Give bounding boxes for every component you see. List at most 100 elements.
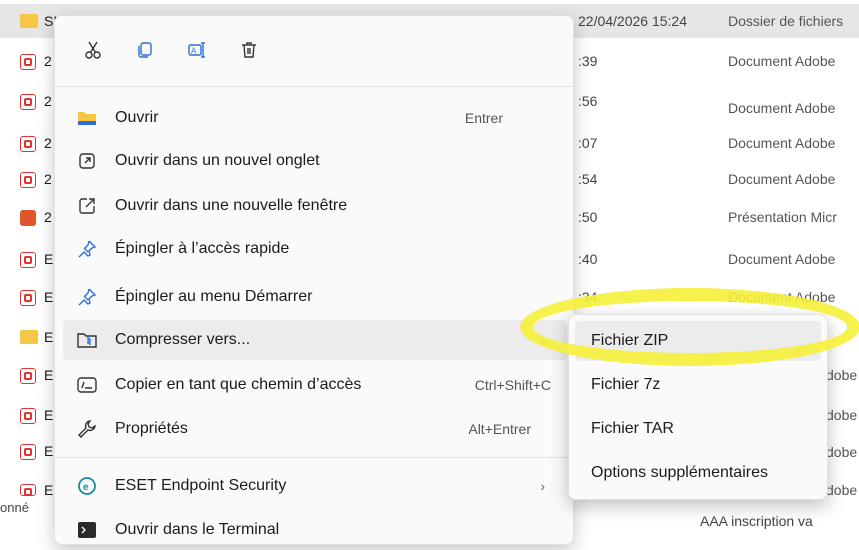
file-type: dobe [826, 444, 858, 460]
file-type: Document Adobe [728, 171, 836, 187]
file-name: 2 [44, 53, 52, 69]
eset-icon: e [77, 476, 97, 496]
file-name: E [44, 407, 54, 423]
cut-icon [85, 41, 101, 59]
pdf-icon [20, 54, 36, 70]
menu-item-label: Ouvrir [115, 109, 159, 126]
pdf-icon [20, 408, 36, 424]
context-menu: A Ouvrir Entrer Ouvrir dans un nouvel on… [54, 15, 574, 545]
menu-item-label: Épingler au menu Démarrer [115, 288, 313, 305]
menu-item-pin-quick-access[interactable]: Épingler à l’accès rapide [63, 229, 567, 269]
ppt-icon [20, 210, 36, 226]
pdf-icon [20, 484, 36, 496]
status-bar-text: onné [0, 500, 29, 515]
new-tab-icon [77, 151, 97, 171]
new-window-icon [77, 196, 97, 216]
file-name: E [44, 482, 54, 498]
menu-divider [55, 457, 573, 458]
file-date: :50 [578, 209, 598, 225]
menu-item-label: Ouvrir dans le Terminal [115, 521, 280, 538]
menu-item-shortcut: Ctrl+Shift+C [474, 377, 551, 393]
menu-item-terminal[interactable]: Ouvrir dans le Terminal [63, 510, 567, 550]
file-date: :39 [578, 53, 598, 69]
quick-actions-bar: A [55, 16, 573, 86]
pdf-icon [20, 172, 36, 188]
chevron-right-icon: › [540, 478, 545, 494]
file-date: :54 [578, 171, 598, 187]
menu-item-label: Propriétés [115, 420, 188, 437]
terminal-icon [77, 520, 97, 540]
menu-item-label: Ouvrir dans un nouvel onglet [115, 152, 320, 169]
menu-item-label: Épingler à l’accès rapide [115, 240, 290, 257]
delete-button[interactable] [235, 36, 263, 64]
menu-item-new-tab[interactable]: Ouvrir dans un nouvel onglet [63, 141, 567, 181]
file-type: Document Adobe [728, 251, 836, 267]
submenu-item-label: Fichier 7z [591, 376, 661, 393]
file-date: :40 [578, 251, 598, 267]
file-name: 2 [44, 171, 52, 187]
file-type: dobe [826, 367, 858, 383]
rename-button[interactable]: A [183, 36, 211, 64]
submenu-item-label: Fichier TAR [591, 420, 674, 437]
file-type: Présentation Micr [728, 209, 837, 225]
menu-divider [55, 86, 573, 87]
menu-item-eset[interactable]: e ESET Endpoint Security › [63, 466, 567, 506]
folder-icon [20, 330, 38, 344]
file-name: E [44, 251, 54, 267]
folder-icon [20, 14, 38, 28]
submenu-item-more-options[interactable]: Options supplémentaires [575, 453, 821, 493]
submenu-item-label: Options supplémentaires [591, 464, 768, 481]
pin-icon [77, 287, 97, 307]
file-name-partial: AAA inscription va [700, 513, 813, 529]
pdf-icon [20, 290, 36, 306]
file-type: Document Adobe [728, 100, 836, 116]
copy-icon [138, 42, 152, 58]
menu-item-properties[interactable]: Propriétés Alt+Entrer [63, 409, 567, 449]
menu-item-label: Compresser vers... [115, 331, 251, 348]
file-type: dobe [826, 407, 858, 423]
menu-item-label: Copier en tant que chemin d’accès [115, 376, 362, 393]
file-name: E [44, 329, 54, 345]
file-name: E [44, 443, 54, 459]
menu-item-compress[interactable]: Compresser vers... › [63, 320, 567, 360]
menu-item-copy-path[interactable]: Copier en tant que chemin d’accès Ctrl+S… [63, 365, 567, 405]
copy-button[interactable] [131, 36, 159, 64]
copy-path-icon [77, 375, 97, 395]
cut-button[interactable] [79, 36, 107, 64]
file-name: 2 [44, 209, 52, 225]
pdf-icon [20, 94, 36, 110]
menu-item-ouvrir[interactable]: Ouvrir Entrer [63, 98, 567, 138]
menu-item-new-window[interactable]: Ouvrir dans une nouvelle fenêtre [63, 186, 567, 226]
wrench-icon [77, 419, 97, 439]
folder-open-icon [77, 108, 97, 128]
rename-icon: A [188, 42, 205, 58]
file-date: :07 [578, 135, 598, 151]
zip-folder-icon [77, 330, 97, 350]
menu-item-shortcut: Alt+Entrer [468, 421, 531, 437]
delete-icon [242, 42, 256, 58]
file-type: dobe [826, 482, 858, 498]
file-name: 2 [44, 93, 52, 109]
highlight-annotation [520, 288, 859, 366]
menu-item-shortcut: Entrer [464, 110, 503, 126]
file-name: E [44, 289, 54, 305]
file-name: 2 [44, 135, 52, 151]
menu-item-label: ESET Endpoint Security [115, 477, 287, 494]
pin-icon [77, 239, 97, 259]
file-date: 22/04/2026 15:24 [578, 13, 687, 29]
svg-text:e: e [83, 482, 89, 493]
pdf-icon [20, 368, 36, 384]
file-type: Document Adobe [728, 53, 836, 69]
menu-item-label: Ouvrir dans une nouvelle fenêtre [115, 197, 348, 214]
pdf-icon [20, 136, 36, 152]
submenu-item-tar[interactable]: Fichier TAR [575, 409, 821, 449]
menu-item-pin-start[interactable]: Épingler au menu Démarrer [63, 277, 567, 317]
file-type: Document Adobe [728, 135, 836, 151]
submenu-item-7z[interactable]: Fichier 7z [575, 365, 821, 405]
file-date: :56 [578, 93, 598, 109]
file-type: Dossier de fichiers [728, 13, 844, 29]
pdf-icon [20, 252, 36, 268]
svg-text:A: A [191, 47, 197, 56]
pdf-icon [20, 444, 36, 460]
file-name: E [44, 367, 54, 383]
